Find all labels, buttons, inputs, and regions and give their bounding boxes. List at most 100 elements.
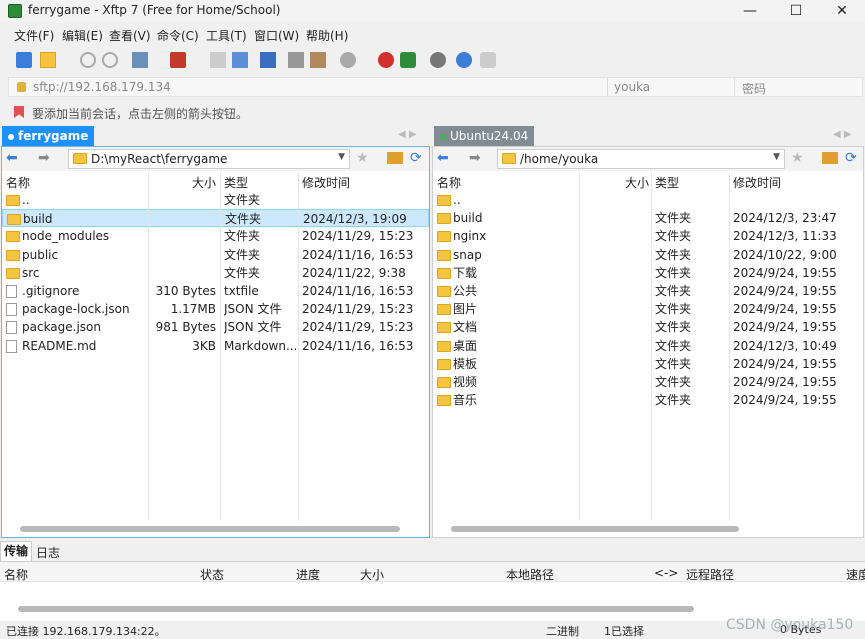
table-row[interactable]: 音乐 文件夹 2024/9/24, 19:55 — [433, 391, 863, 409]
table-row[interactable]: .. 文件夹 — [2, 191, 429, 209]
col-name[interactable]: 名称 — [437, 174, 461, 192]
transfer-list: 名称 状态 进度 大小 本地路径 <-> 远程路径 速度 — [0, 561, 865, 621]
table-row[interactable]: 模板 文件夹 2024/9/24, 19:55 — [433, 355, 863, 373]
tab-transfer[interactable]: 传输 — [0, 541, 32, 561]
chevron-down-icon[interactable]: ▼ — [773, 152, 780, 162]
refresh-icon[interactable]: ⟳ — [845, 150, 857, 166]
table-row[interactable]: package.json 981 Bytes JSON 文件 2024/11/29, … — [2, 318, 429, 336]
col-t-localpath[interactable]: 本地路径 — [506, 566, 554, 583]
properties-icon[interactable] — [288, 52, 304, 68]
table-row[interactable]: 桌面 文件夹 2024/12/3, 10:49 — [433, 337, 863, 355]
sync-arrows-icon[interactable] — [260, 52, 276, 68]
file-mtime: 2024/9/24, 19:55 — [733, 284, 837, 298]
folder-icon — [6, 249, 20, 261]
bookmark-icon[interactable] — [14, 106, 24, 118]
col-size[interactable]: 大小 — [192, 174, 216, 192]
star-icon[interactable]: ★ — [791, 150, 804, 166]
table-row[interactable]: src 文件夹 2024/11/22, 9:38 — [2, 264, 429, 282]
file-type: 文件夹 — [655, 265, 692, 280]
col-name[interactable]: 名称 — [6, 174, 30, 192]
file-name: README.md — [22, 338, 97, 353]
local-horizontal-scrollbar[interactable] — [20, 526, 400, 532]
forward-arrow-icon[interactable]: ➡ — [38, 150, 50, 166]
table-row[interactable]: 下载 文件夹 2024/9/24, 19:55 — [433, 264, 863, 282]
table-row[interactable]: build 文件夹 2024/12/3, 23:47 — [433, 209, 863, 227]
tab-log[interactable]: 日志 — [36, 544, 60, 561]
table-row[interactable]: 图片 文件夹 2024/9/24, 19:55 — [433, 300, 863, 318]
table-row[interactable]: .gitignore 310 Bytes txtfile 2024/11/16, 16… — [2, 282, 429, 300]
local-file-list: .. 文件夹 build 文件夹 2024/12/3, 19:09 node_module… — [2, 191, 429, 521]
xshell-icon[interactable] — [378, 52, 394, 68]
col-t-remotepath[interactable]: 远程路径 — [686, 566, 734, 583]
table-row[interactable]: nginx 文件夹 2024/12/3, 11:33 — [433, 227, 863, 245]
chat-icon[interactable] — [480, 52, 496, 68]
menu-tools[interactable]: 工具(T) — [206, 27, 247, 44]
col-t-status[interactable]: 状态 — [200, 566, 224, 583]
menu-help[interactable]: 帮助(H) — [306, 27, 348, 44]
table-row[interactable]: 公共 文件夹 2024/9/24, 19:55 — [433, 282, 863, 300]
help-icon[interactable] — [456, 52, 472, 68]
table-row[interactable]: build 文件夹 2024/12/3, 19:09 — [2, 209, 429, 228]
menu-command[interactable]: 命令(C) — [157, 27, 199, 44]
back-arrow-icon[interactable]: ⬅ — [437, 150, 449, 166]
col-t-name[interactable]: 名称 — [4, 566, 28, 583]
new-session-icon[interactable] — [16, 52, 32, 68]
table-row[interactable]: public 文件夹 2024/11/16, 16:53 — [2, 246, 429, 264]
encoding-icon[interactable] — [340, 52, 356, 68]
copy-icon[interactable] — [210, 52, 226, 68]
paste-icon[interactable] — [232, 52, 248, 68]
table-row[interactable]: 视频 文件夹 2024/9/24, 19:55 — [433, 373, 863, 391]
col-t-progress[interactable]: 进度 — [296, 566, 320, 583]
table-row[interactable]: package-lock.json 1.17MB JSON 文件 2024/11/29… — [2, 300, 429, 318]
table-row[interactable]: README.md 3KB Markdown... 2024/11/16, 16:53 — [2, 337, 429, 355]
menu-view[interactable]: 查看(V) — [109, 27, 151, 44]
col-size[interactable]: 大小 — [625, 174, 649, 192]
refresh-view-icon[interactable] — [132, 52, 148, 68]
menu-file[interactable]: 文件(F) — [14, 27, 54, 44]
table-row[interactable]: 文档 文件夹 2024/9/24, 19:55 — [433, 318, 863, 336]
forward-arrow-icon[interactable]: ➡ — [469, 150, 481, 166]
xftp-icon[interactable] — [400, 52, 416, 68]
back-arrow-icon[interactable]: ⬅ — [6, 150, 18, 166]
host-input[interactable]: sftp://192.168.179.134 — [33, 80, 171, 94]
open-folder-icon[interactable] — [40, 52, 56, 68]
tab-nav-arrows-icon[interactable]: ◀ ▶ — [833, 129, 852, 140]
menu-edit[interactable]: 编辑(E) — [62, 27, 103, 44]
disconnect-icon[interactable] — [102, 52, 118, 68]
remote-horizontal-scrollbar[interactable] — [451, 526, 739, 532]
tab-nav-arrows-icon[interactable]: ◀ ▶ — [398, 129, 417, 140]
home-folder-icon[interactable] — [387, 152, 403, 164]
toolbar — [0, 48, 865, 74]
chevron-down-icon[interactable]: ▼ — [338, 152, 345, 162]
transfer-horizontal-scrollbar[interactable] — [18, 606, 694, 612]
col-type[interactable]: 类型 — [655, 174, 679, 192]
password-input[interactable]: 密码 — [742, 80, 766, 97]
gear-icon[interactable] — [430, 52, 446, 68]
col-mtime[interactable]: 修改时间 — [733, 174, 781, 192]
table-row[interactable]: node_modules 文件夹 2024/11/29, 15:23 — [2, 227, 429, 245]
close-button[interactable]: ✕ — [819, 0, 865, 22]
col-t-speed[interactable]: 速度 — [846, 566, 865, 583]
remote-path-input[interactable]: /home/youka ▼ — [497, 149, 785, 169]
col-mtime[interactable]: 修改时间 — [302, 174, 350, 192]
table-row[interactable]: snap 文件夹 2024/10/22, 9:00 — [433, 246, 863, 264]
tab-ubuntu[interactable]: Ubuntu24.04 — [434, 126, 535, 146]
username-input[interactable]: youka — [614, 80, 650, 94]
local-path-input[interactable]: D:\myReact\ferrygame ▼ — [68, 149, 350, 169]
clipboard-icon[interactable] — [310, 52, 326, 68]
col-t-size[interactable]: 大小 — [360, 566, 384, 583]
star-icon[interactable]: ★ — [356, 150, 369, 166]
col-type[interactable]: 类型 — [224, 174, 248, 192]
menu-window[interactable]: 窗口(W) — [254, 27, 299, 44]
col-t-direction[interactable]: <-> — [654, 566, 678, 580]
table-row[interactable]: .. — [433, 191, 863, 209]
file-icon — [6, 339, 17, 353]
transfer-icon[interactable] — [170, 52, 186, 68]
maximize-button[interactable]: ☐ — [773, 0, 819, 22]
refresh-icon[interactable]: ⟳ — [410, 150, 422, 166]
minimize-button[interactable]: — — [727, 0, 773, 22]
connect-icon[interactable] — [80, 52, 96, 68]
home-folder-icon[interactable] — [822, 152, 838, 164]
file-name: build — [23, 212, 53, 227]
tab-ferrygame[interactable]: ferrygame — [2, 126, 95, 146]
